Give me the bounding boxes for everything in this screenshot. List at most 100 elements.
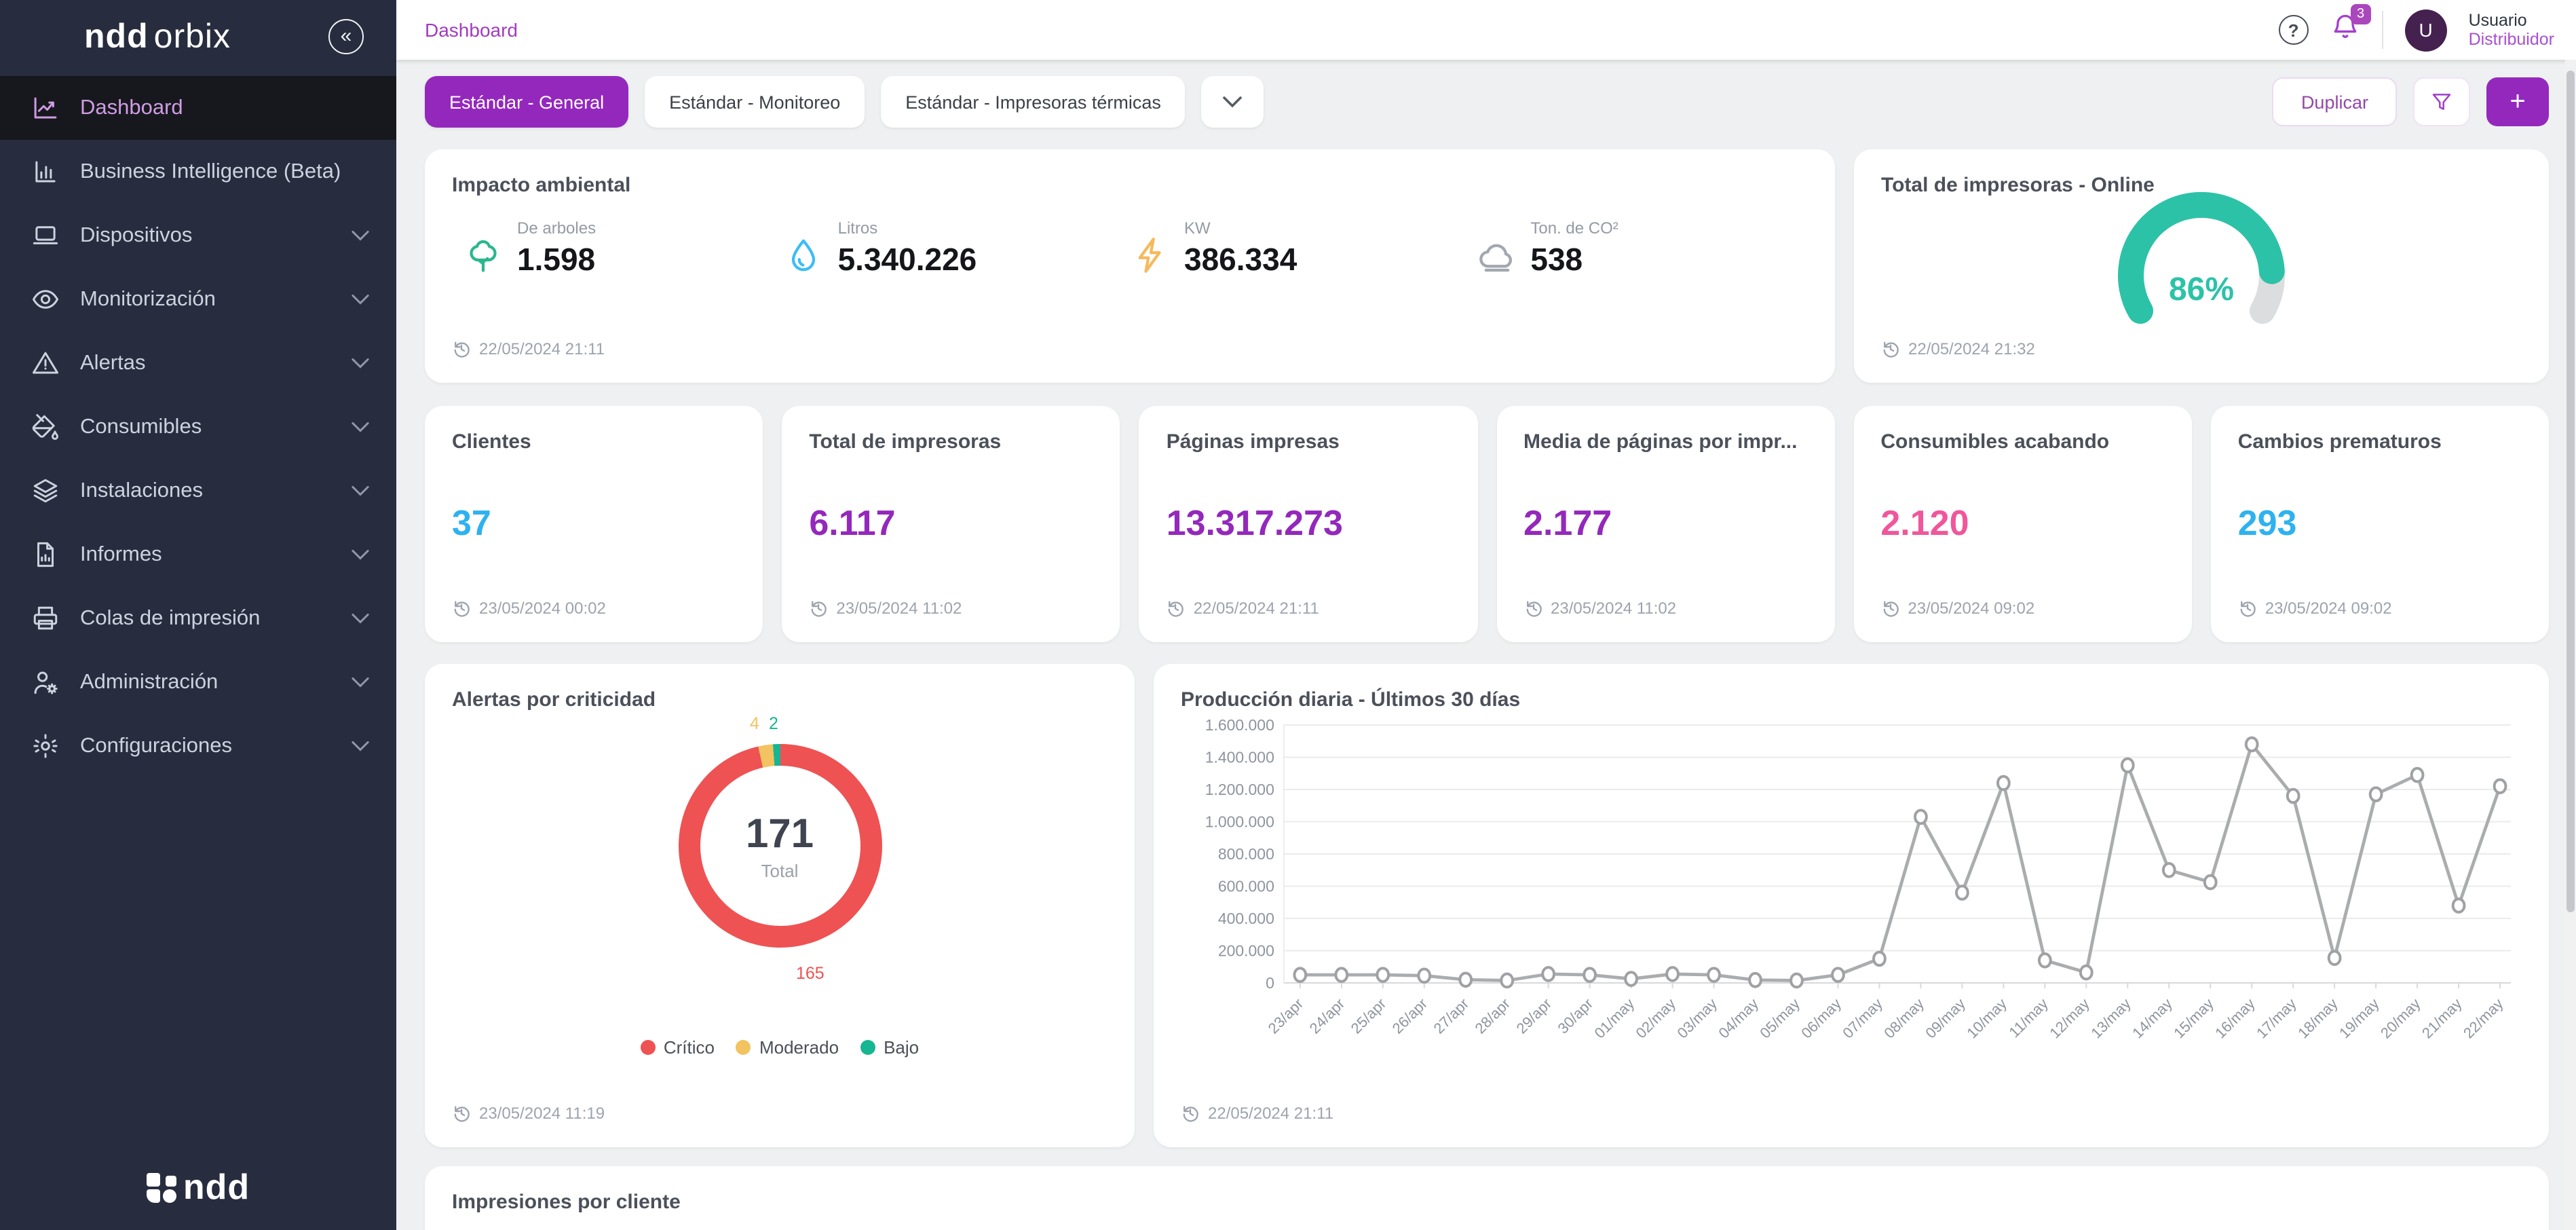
card-timestamp: 22/05/2024 21:32 xyxy=(1881,339,2522,358)
sidebar-item-label: Dispositivos xyxy=(80,223,192,248)
timestamp-text: 23/05/2024 00:02 xyxy=(479,599,606,618)
topbar: Dashboard ? 3 U Usuario Distribuidor xyxy=(396,0,2576,60)
online-gauge: 86% xyxy=(2100,191,2303,339)
cloud-icon xyxy=(1476,235,1517,276)
add-dashboard-button[interactable]: + xyxy=(2486,77,2549,126)
svg-text:06/may: 06/may xyxy=(1798,995,1844,1042)
sidebar-collapse-button[interactable]: « xyxy=(328,19,364,54)
kpi-value: 6.117 xyxy=(809,502,1093,544)
svg-text:13/may: 13/may xyxy=(2087,995,2134,1042)
dashboard-tab[interactable]: Estándar - Impresoras térmicas xyxy=(881,76,1186,128)
metric-label: Litros xyxy=(838,219,977,238)
sidebar-item-administration[interactable]: Administración xyxy=(0,650,396,714)
legend-item[interactable]: Crítico xyxy=(641,1037,715,1058)
dashboard-icon xyxy=(31,94,60,122)
chevron-down-icon xyxy=(352,354,369,372)
printers-online-card: Total de impresoras - Online 86% 22/05/2… xyxy=(1854,149,2549,383)
monitoring-icon xyxy=(31,285,60,314)
sidebar-item-installations[interactable]: Instalaciones xyxy=(0,459,396,523)
tabs-overflow-button[interactable] xyxy=(1202,76,1264,128)
duplicate-button[interactable]: Duplicar xyxy=(2273,77,2397,126)
row-bottom: Impresiones por cliente xyxy=(425,1166,2549,1230)
svg-text:17/may: 17/may xyxy=(2253,995,2300,1042)
scrollbar-thumb[interactable] xyxy=(2566,71,2575,912)
topbar-divider xyxy=(2382,11,2383,49)
ndd-footer-logo: ndd xyxy=(0,1166,396,1208)
card-timestamp: 22/05/2024 21:11 xyxy=(1181,1104,2522,1123)
sidebar-item-devices[interactable]: Dispositivos xyxy=(0,204,396,267)
metric-label: KW xyxy=(1184,219,1297,238)
svg-text:08/may: 08/may xyxy=(1880,995,1927,1042)
chevron-down-icon xyxy=(352,291,369,308)
card-title: Clientes xyxy=(452,430,736,453)
sidebar-item-dashboard[interactable]: Dashboard xyxy=(0,76,396,140)
droplet-icon xyxy=(784,235,825,276)
sidebar-item-consumables[interactable]: Consumibles xyxy=(0,395,396,459)
card-title: Consumibles acabando xyxy=(1880,430,2164,453)
impact-metric: KW386.334 xyxy=(1130,219,1476,278)
row-environment: Impacto ambiental De arboles1.598Litros5… xyxy=(425,149,2549,383)
svg-text:07/may: 07/may xyxy=(1839,995,1886,1042)
notifications-button[interactable]: 3 xyxy=(2330,12,2360,48)
user-info[interactable]: Usuario Distribuidor xyxy=(2469,11,2554,49)
history-icon xyxy=(809,599,828,618)
svg-text:1.400.000: 1.400.000 xyxy=(1205,748,1274,766)
sidebar-item-bi[interactable]: Business Intelligence (Beta) xyxy=(0,140,396,204)
svg-text:600.000: 600.000 xyxy=(1218,877,1274,895)
chevron-down-icon xyxy=(352,546,369,563)
sidebar-item-settings[interactable]: Configuraciones xyxy=(0,714,396,778)
filter-button[interactable] xyxy=(2413,77,2470,126)
help-icon[interactable]: ? xyxy=(2279,15,2309,45)
breadcrumb[interactable]: Dashboard xyxy=(425,19,518,41)
svg-text:30/apr: 30/apr xyxy=(1554,995,1596,1037)
daily-production-chart[interactable]: 0200.000400.000600.000800.0001.000.0001.… xyxy=(1181,717,2522,1059)
history-icon xyxy=(1181,1104,1200,1123)
history-icon xyxy=(1167,599,1186,618)
sidebar-item-print-queues[interactable]: Colas de impresión xyxy=(0,586,396,650)
donut-legend: Crítico Moderado Bajo xyxy=(452,1037,1107,1058)
criticality-donut[interactable]: 171 Total xyxy=(678,744,882,948)
card-title: Alertas por criticidad xyxy=(452,688,1107,711)
svg-text:23/apr: 23/apr xyxy=(1265,995,1307,1037)
sidebar-item-reports[interactable]: Informes xyxy=(0,523,396,586)
dashboard-toolbar: Estándar - General Estándar - Monitoreo Es… xyxy=(425,76,2549,128)
sidebar-item-alerts[interactable]: Alertas xyxy=(0,331,396,395)
svg-text:86%: 86% xyxy=(2169,272,2234,308)
sidebar-item-label: Informes xyxy=(80,542,162,567)
app-window: nddorbix « DashboardBusiness Intelligenc… xyxy=(0,0,2576,1230)
vertical-scrollbar[interactable] xyxy=(2565,60,2576,1230)
installations-icon xyxy=(31,477,60,505)
timestamp-text: 23/05/2024 11:19 xyxy=(479,1104,605,1123)
logo-bold: ndd xyxy=(84,17,149,55)
card-timestamp: 23/05/2024 09:02 xyxy=(2238,599,2522,618)
svg-text:14/may: 14/may xyxy=(2129,995,2176,1042)
kpi-card: Total de impresoras6.11723/05/2024 11:02 xyxy=(782,406,1120,642)
devices-icon xyxy=(31,221,60,250)
history-icon xyxy=(452,1104,471,1123)
timestamp-text: 22/05/2024 21:11 xyxy=(479,339,605,358)
svg-text:19/may: 19/may xyxy=(2336,995,2383,1042)
card-title: Páginas impresas xyxy=(1167,430,1450,453)
svg-text:24/apr: 24/apr xyxy=(1306,995,1348,1037)
impact-metrics: De arboles1.598Litros5.340.226KW386.334T… xyxy=(452,219,1808,278)
card-timestamp: 22/05/2024 21:11 xyxy=(452,339,1808,358)
card-title: Impacto ambiental xyxy=(452,174,1808,197)
svg-text:18/may: 18/may xyxy=(2294,995,2341,1042)
sidebar-item-monitoring[interactable]: Monitorización xyxy=(0,267,396,331)
dashboard-tab[interactable]: Estándar - Monitoreo xyxy=(645,76,865,128)
legend-item[interactable]: Bajo xyxy=(860,1037,919,1058)
sidebar-item-label: Monitorización xyxy=(80,287,216,312)
bi-icon xyxy=(31,157,60,186)
svg-text:10/may: 10/may xyxy=(1963,995,2010,1042)
avatar[interactable]: U xyxy=(2405,9,2447,51)
chevron-down-icon xyxy=(352,673,369,691)
timestamp-text: 23/05/2024 11:02 xyxy=(836,599,962,618)
notification-badge: 3 xyxy=(2351,3,2371,24)
tree-icon xyxy=(463,235,504,276)
legend-item[interactable]: Moderado xyxy=(736,1037,839,1058)
sidebar-header: nddorbix « xyxy=(0,0,396,73)
card-timestamp: 22/05/2024 21:11 xyxy=(1167,599,1450,618)
criticality-donut-zone: 171 Total 4 2 165 xyxy=(452,711,1107,1018)
dashboard-tab[interactable]: Estándar - General xyxy=(425,76,628,128)
administration-icon xyxy=(31,668,60,696)
